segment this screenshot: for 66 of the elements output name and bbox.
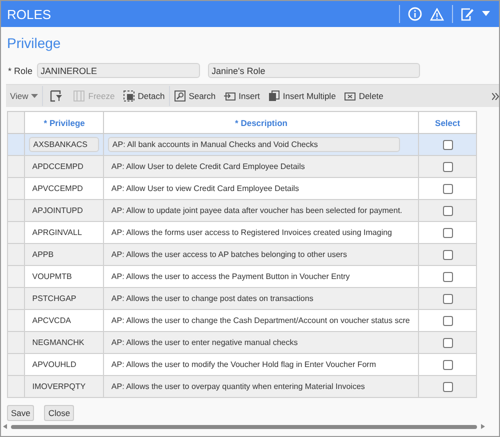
- scrollbar-thumb[interactable]: [11, 424, 477, 428]
- description-field[interactable]: AP: All bank accounts in Manual Checks and Void Checks: [108, 137, 400, 152]
- search-icon[interactable]: [174, 90, 186, 102]
- table-cell: APPB: [32, 250, 54, 259]
- copy-icon[interactable]: [268, 90, 280, 102]
- table-cell: AP: Allow User to delete Credit Card Employee Details: [111, 162, 305, 171]
- table-cell: AP: Allows the user access to AP batches belonging to other users: [111, 250, 347, 259]
- table-cell: AP: Allows the user to change the Cash Department/Account on voucher status scre: [111, 316, 410, 325]
- table-cell: AP: Allows the user to overpay quantity when entering Material Invoices: [111, 382, 365, 391]
- role-name-field[interactable]: Janine's Role: [208, 63, 420, 78]
- select-checkbox[interactable]: [442, 140, 453, 150]
- table-cell: APVCCEMPD: [32, 184, 83, 193]
- select-checkbox[interactable]: [442, 272, 453, 282]
- table-cell: IMOVERPQTY: [32, 382, 86, 391]
- table-cell: AP: Allows the user to modify the Voucher Hold flag in Enter Voucher Form: [111, 360, 376, 369]
- edit-icon[interactable]: [461, 7, 474, 21]
- table-cell: AP: Allows the user to enter negative manual checks: [111, 338, 298, 347]
- table-cell: AP: Allows the user to change post dates on transactions: [111, 294, 314, 303]
- info-icon[interactable]: [408, 7, 422, 21]
- table-cell: NEGMANCHK: [32, 338, 84, 347]
- table-cell: AP: Allows the user to access the Payment Button in Voucher Entry: [111, 272, 350, 281]
- save-button[interactable]: Save: [7, 405, 34, 421]
- select-checkbox[interactable]: [442, 294, 453, 304]
- column-header[interactable]: * Description: [104, 112, 419, 134]
- table-cell: APCVCDA: [32, 316, 71, 325]
- select-checkbox[interactable]: [442, 360, 453, 370]
- insert-icon[interactable]: [224, 90, 236, 102]
- privilege-field[interactable]: AXSBANKACS: [29, 137, 100, 152]
- caret-icon[interactable]: [482, 11, 490, 17]
- select-checkbox[interactable]: [442, 228, 453, 238]
- delete-icon[interactable]: [344, 90, 356, 102]
- delete-button[interactable]: Delete: [358, 87, 384, 105]
- table-cell: AP: Allows the forms user access to Registered Invoices created using Imaging: [111, 228, 392, 237]
- table-cell: PSTCHGAP: [32, 294, 76, 303]
- role-label: * Role: [8, 66, 33, 76]
- table-cell: AP: Allow User to view Credit Card Employee Details: [111, 184, 300, 193]
- select-checkbox[interactable]: [442, 250, 453, 260]
- section-title: Privilege: [6, 34, 62, 53]
- select-checkbox[interactable]: [442, 338, 453, 348]
- search-button[interactable]: Search: [188, 87, 216, 105]
- scroll-right-icon[interactable]: [481, 424, 485, 429]
- column-header[interactable]: Select: [418, 112, 476, 134]
- detach-button[interactable]: Detach: [138, 87, 165, 105]
- select-checkbox[interactable]: [442, 382, 453, 392]
- caret-icon[interactable]: [31, 94, 38, 98]
- select-checkbox[interactable]: [442, 206, 453, 216]
- table-cell: APRGINVALL: [32, 228, 82, 237]
- table-cell: VOUPMTB: [32, 272, 72, 281]
- table-cell: APDCCEMPD: [32, 162, 84, 171]
- select-checkbox[interactable]: [442, 184, 453, 194]
- detach-icon[interactable]: [122, 90, 135, 102]
- role-code-field[interactable]: JANINEROLE: [36, 63, 200, 78]
- select-checkbox[interactable]: [442, 316, 453, 326]
- scroll-left-icon[interactable]: [3, 424, 7, 429]
- insert-button[interactable]: Insert: [238, 87, 260, 105]
- view-menu[interactable]: View: [10, 87, 28, 105]
- table-cell: APJOINTUPD: [32, 206, 83, 215]
- close-button[interactable]: Close: [44, 405, 74, 421]
- window-title: ROLES: [6, 6, 52, 22]
- warning-icon[interactable]: [430, 8, 444, 20]
- more-icon[interactable]: [492, 92, 499, 100]
- table-cell: APVOUHLD: [32, 360, 76, 369]
- table-cell: AP: Allow to update joint payee data after voucher has been selected for payment.: [111, 206, 402, 215]
- insert-multiple-button[interactable]: Insert Multiple: [282, 87, 336, 105]
- column-header[interactable]: * Privilege: [24, 112, 104, 134]
- select-checkbox[interactable]: [442, 162, 453, 172]
